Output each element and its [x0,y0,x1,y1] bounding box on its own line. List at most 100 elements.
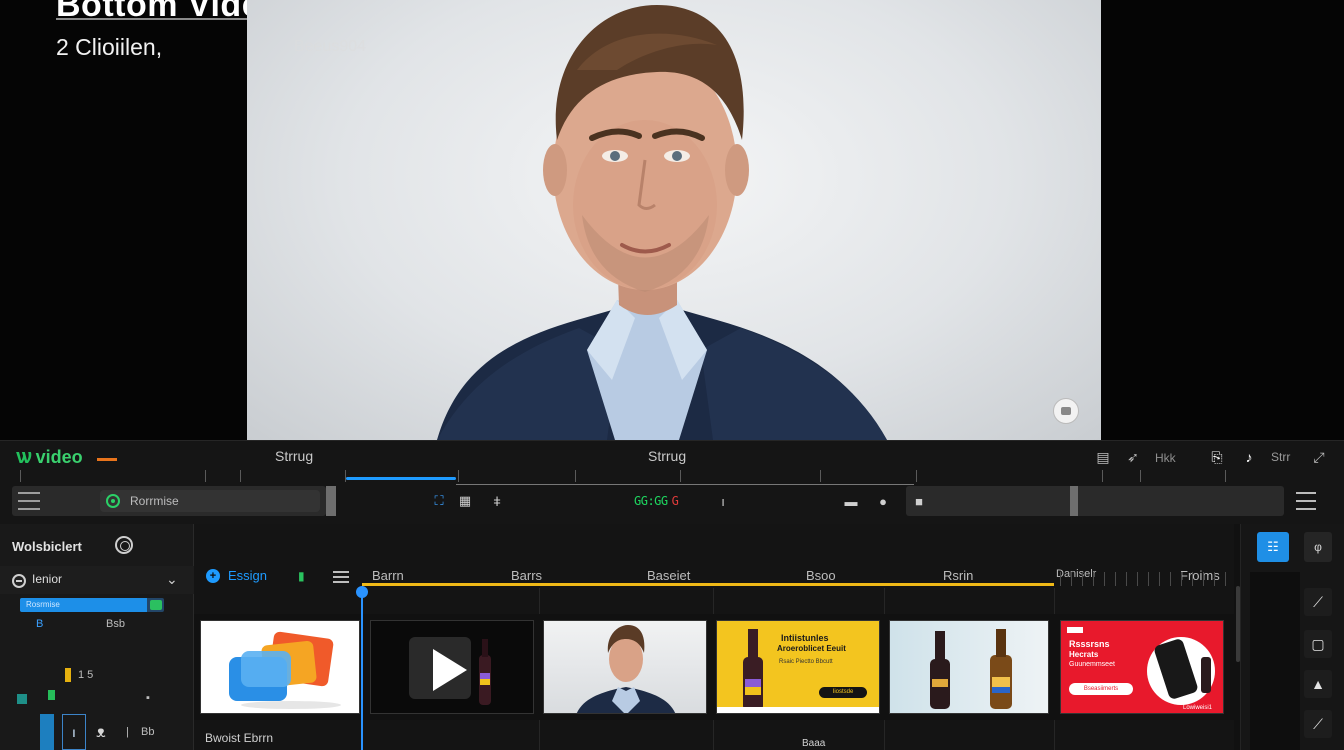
pen-icon: ⟋ [1313,715,1323,732]
timecode: GG:GG G [634,494,679,508]
clip-thumbnail[interactable] [889,620,1049,714]
audio-icon[interactable]: ♪ [1240,448,1258,466]
ruler-tick [916,470,917,482]
rectangle-icon: ▢ [1311,635,1325,652]
menu-button[interactable] [1296,492,1316,510]
row-label-a: B [36,618,44,630]
marker-icon[interactable]: ı [714,492,732,510]
crop-icon[interactable]: ⛶ [430,492,448,510]
video-frame[interactable] [247,0,1101,440]
banner-line3: Rsaic Piectto Bbcutt [779,659,833,665]
add-track-icon[interactable]: + [206,569,220,583]
shape-tool-button[interactable]: ▲ [1304,670,1332,698]
ruler-tick [458,470,459,482]
ruler-tick [1104,572,1105,586]
chat-icon[interactable]: ▬ [842,492,860,510]
pin-button[interactable]: ı [62,714,86,750]
chevron-down-icon[interactable]: ⌄ [166,571,178,588]
grid-icon: ☷ [1267,539,1279,554]
ad-button[interactable]: Bseasiimerts [1069,683,1133,695]
pin-icon: ı [72,724,76,740]
range-line [456,484,914,485]
level-meter[interactable]: Rosrmise [20,598,164,612]
timeline-ruler[interactable] [1060,572,1230,586]
tag-button[interactable]: φ [1304,532,1332,562]
timecode-green: GG:GG [634,494,668,508]
right-panel-list [1250,572,1300,750]
fullscreen-icon[interactable]: ⤢ [1310,448,1328,466]
preview-subtitle: 2 Clioiilen, [56,34,163,60]
split-icon[interactable]: ǂ [488,492,506,510]
pen-tool-button[interactable]: ⟋ [1304,710,1332,738]
track-caption-secondary: Baaa [802,738,826,749]
toolbar-label-center[interactable]: Strrug [648,448,686,464]
selection-range[interactable] [346,477,456,480]
pin-icon[interactable]: ➶ [1124,448,1142,466]
banner-line2: Aroeroblicet Eeuit [777,644,846,653]
scrub-right-handle[interactable] [1070,486,1078,516]
grid-view-button[interactable]: ☷ [1257,532,1289,562]
banner-button[interactable]: Iiostsde [819,687,867,698]
rectangle-tool-button[interactable]: ▢ [1304,630,1332,658]
tracks-pill[interactable]: Rorrmise [100,490,320,512]
playhead[interactable] [361,592,363,750]
track-label[interactable]: Essign [228,568,267,583]
clip-thumbnail[interactable] [543,620,707,714]
ruler-tick [345,470,346,482]
mini-bar-yellow [65,668,71,682]
ruler-tick [680,470,681,482]
layout-icon[interactable]: ▤ [1094,448,1112,466]
clip-thumbnail[interactable] [200,620,360,714]
settings-icon[interactable] [115,536,133,554]
ruler-tick [1137,572,1138,586]
clip-thumbnail[interactable]: Intiistunles Aroeroblicet Eeuit Rsaic Pi… [716,620,880,714]
record-icon [106,494,120,508]
scrub-right-region[interactable] [906,486,1284,516]
level-meter-end [150,600,162,610]
timeline-scrollbar[interactable] [1236,586,1240,662]
ruler-tick [1140,470,1141,482]
marker-label: Barrn [372,568,404,583]
track-menu-icon[interactable] [333,571,349,583]
timecode-red: G [671,494,679,508]
mini-bar-blue [40,714,54,750]
film-icon[interactable]: ▦ [456,492,474,510]
location-icon[interactable]: ● [874,492,892,510]
ruler-tick [20,470,21,482]
lock-icon[interactable]: ▮ [298,569,305,583]
line-tool-button[interactable]: ⟋ [1304,588,1332,616]
ruler-tick [1115,572,1116,586]
left-panel-title: Wolsbiclert [12,539,82,554]
clip-thumbnail[interactable]: Rsssrsns Hecrats Guunemmseet Bseasiimert… [1060,620,1224,714]
preview-watermark: Beeus904 [294,38,367,55]
ruler-tick [1148,572,1149,586]
toolbar-label-left[interactable]: Strrug [275,448,313,464]
link-icon[interactable]: ᴥ [96,724,106,742]
ruler-tick [1159,572,1160,586]
scrub-bar[interactable]: Rorrmise ⛶ ▦ ǂ GG:GG G ı ▬ ● ■ [12,477,1330,516]
ruler-tick [1214,572,1215,586]
ad-footer: Lowiweisi1 [1183,705,1213,711]
stop-icon[interactable]: ■ [910,492,928,510]
export-icon[interactable]: ⎘ [1208,448,1226,466]
marker-label: Bsoo [806,568,836,583]
ruler-tick [1192,572,1193,586]
frame-corner-button[interactable] [1053,398,1079,424]
filter-label: Ienior [32,572,63,586]
marker-label: Rsrin [943,568,974,583]
filter-row[interactable]: Ienior ⌄ [0,566,194,594]
app-logo[interactable]: ѡ video [16,446,117,469]
banner-headline: Intiistunles [781,633,829,643]
logo-mark-icon: ѡ [16,446,32,468]
ruler-tick [1071,572,1072,586]
top-ruler[interactable] [0,470,1344,482]
ad-headline: Rsssrsns [1069,639,1110,649]
line-icon: ⟋ [1313,593,1323,610]
clip-thumbnail[interactable] [370,620,534,714]
ad-line3: Guunemmseet [1069,661,1115,668]
list-menu-icon[interactable] [18,492,40,510]
scrub-left-handle[interactable] [326,486,336,516]
ruler-tick [240,470,241,482]
work-area-bar[interactable] [362,583,1054,586]
ruler-tick [205,470,206,482]
